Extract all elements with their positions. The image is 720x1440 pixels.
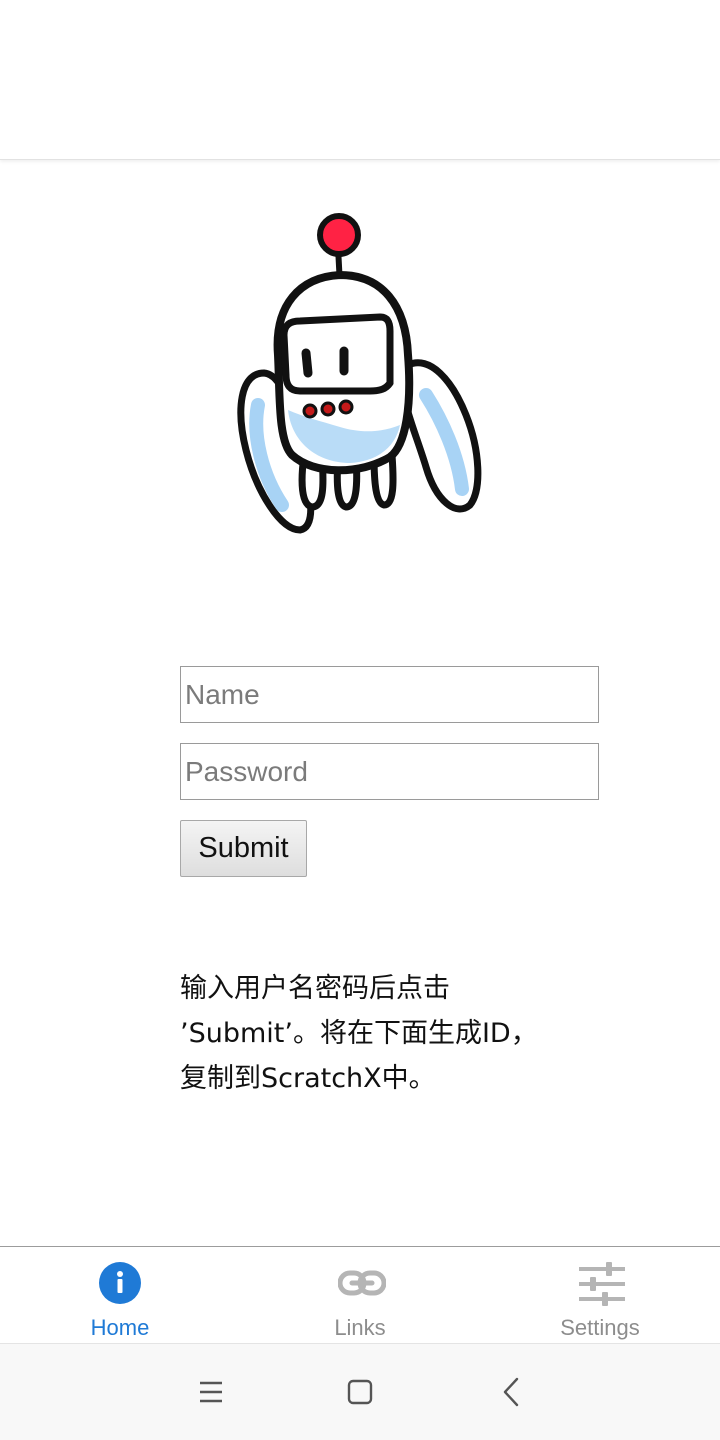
instructions-line-3: 复制到ScratchX中。 — [180, 1063, 436, 1094]
name-input[interactable] — [180, 666, 599, 723]
submit-button[interactable]: Submit — [180, 820, 307, 877]
instructions-text: 输入用户名密码后点击 ’Submit’。将在下面生成ID， 复制到Scratch… — [180, 966, 560, 1101]
robot-mascot-icon — [237, 213, 482, 534]
tab-home-label: Home — [90, 1315, 150, 1340]
back-chevron-icon[interactable] — [492, 1374, 532, 1410]
app-screen: Submit 输入用户名密码后点击 ’Submit’。将在下面生成ID， 复制到… — [0, 0, 720, 1440]
tab-links-label: Links — [334, 1315, 386, 1340]
tab-links[interactable]: Links — [240, 1247, 480, 1345]
menu-icon[interactable] — [191, 1374, 231, 1410]
system-nav-bar — [0, 1344, 720, 1440]
instructions-line-2: ’Submit’。将在下面生成ID， — [180, 1018, 538, 1049]
bottom-tab-bar: Home Links Settings — [0, 1246, 720, 1344]
instructions-line-1: 输入用户名密码后点击 — [180, 973, 450, 1004]
info-icon — [99, 1262, 141, 1304]
sliders-icon — [579, 1262, 625, 1306]
tab-home[interactable]: Home — [0, 1247, 240, 1345]
password-input[interactable] — [180, 743, 599, 800]
tab-settings[interactable]: Settings — [480, 1247, 720, 1345]
tab-settings-label: Settings — [560, 1315, 640, 1340]
home-square-icon[interactable] — [340, 1374, 380, 1410]
top-app-bar — [0, 0, 720, 160]
link-icon — [338, 1270, 386, 1296]
